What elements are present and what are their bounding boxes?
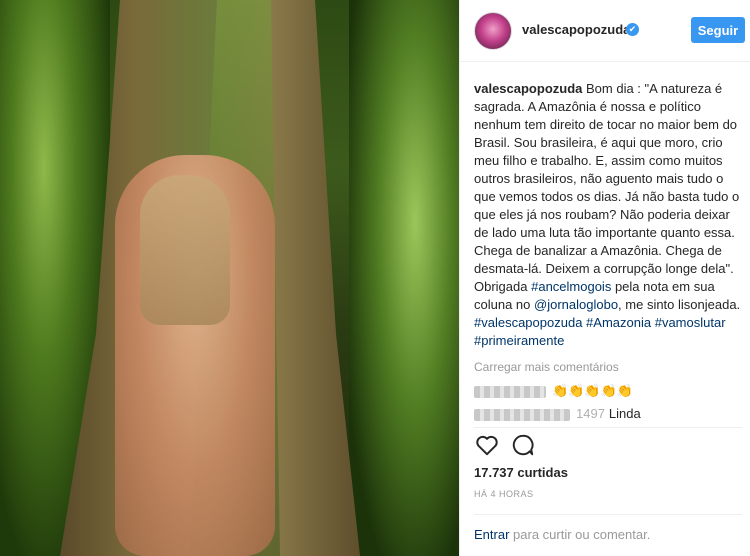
caption-hashtag[interactable]: #Amazonia [586, 315, 651, 330]
login-link[interactable]: Entrar [474, 527, 509, 542]
photo-hair [140, 175, 230, 325]
caption-username[interactable]: valescapopozuda [474, 81, 582, 96]
comment-user-suffix: 1497 [576, 406, 605, 421]
caption-text-3: , me sinto lisonjeada. [618, 297, 741, 312]
avatar[interactable] [474, 12, 512, 50]
login-prompt: Entrar para curtir ou comentar. [474, 527, 650, 542]
post-header: valescapopozuda ✔ Seguir [460, 0, 750, 62]
heart-icon[interactable] [474, 432, 500, 458]
comment-icon[interactable] [510, 432, 536, 458]
follow-button[interactable]: Seguir [691, 17, 745, 43]
post-photo[interactable] [0, 0, 459, 556]
blurred-username [474, 385, 546, 398]
post-caption: valescapopozuda Bom dia : "A natureza é … [474, 80, 742, 350]
likes-count[interactable]: 17.737 curtidas [474, 465, 568, 480]
divider [474, 514, 742, 515]
comment-text: Linda [608, 406, 641, 421]
caption-hashtag[interactable]: #primeiramente [474, 333, 564, 348]
caption-hashtag[interactable]: #vamoslutar [655, 315, 726, 330]
comment-text: 👏👏👏👏👏 [552, 383, 633, 398]
verified-badge-icon: ✔ [626, 23, 639, 36]
header-username[interactable]: valescapopozuda [522, 22, 630, 37]
photo-forest-right [349, 0, 459, 556]
blurred-username [474, 408, 570, 421]
load-more-comments-link[interactable]: Carregar mais comentários [474, 360, 619, 374]
post-side-panel: valescapopozuda ✔ Seguir valescapopozuda… [459, 0, 750, 556]
caption-mention-jornaloglobo[interactable]: @jornaloglobo [534, 297, 618, 312]
comment-item: 1497 Linda [474, 406, 641, 421]
caption-hashtag[interactable]: #valescapopozuda [474, 315, 582, 330]
caption-mention-ancelmogois[interactable]: #ancelmogois [531, 279, 611, 294]
caption-text: Bom dia : "A natureza é sagrada. A Amazô… [474, 81, 740, 294]
post-timestamp[interactable]: HÁ 4 HORAS [474, 489, 534, 499]
login-prompt-text: para curtir ou comentar. [513, 527, 651, 542]
comment-item: 👏👏👏👏👏 [474, 383, 633, 399]
divider [474, 427, 742, 428]
